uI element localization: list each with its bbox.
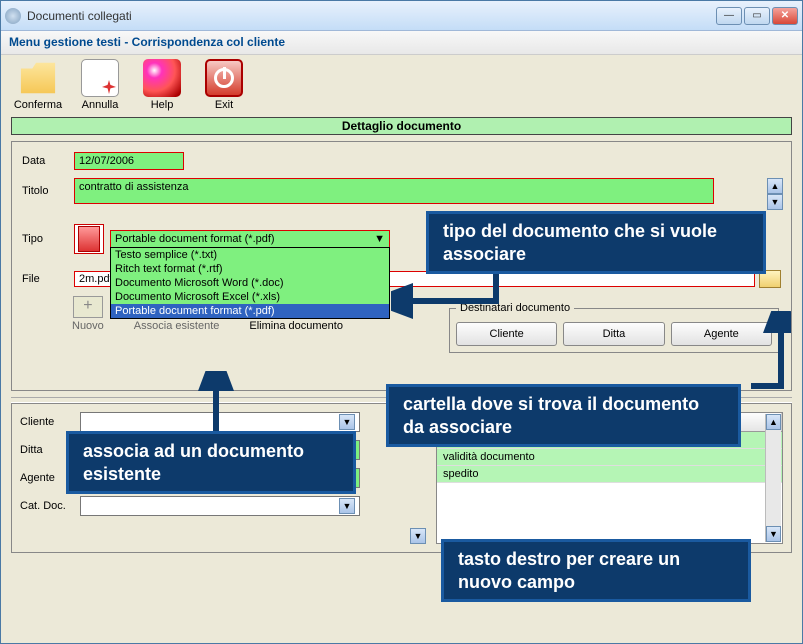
scroll-up-button[interactable]: ▲ <box>766 414 781 430</box>
tipo-label: Tipo <box>22 233 74 245</box>
scroll-up-button[interactable]: ▲ <box>767 178 783 194</box>
chevron-down-icon: ▼ <box>374 233 385 245</box>
dropdown-option[interactable]: Testo semplice (*.txt) <box>111 248 389 262</box>
titolo-input[interactable]: contratto di assistenza <box>74 178 714 204</box>
app-window: Documenti collegati — ▭ ✕ Menu gestione … <box>0 0 803 644</box>
annotation-associa: associa ad un documento esistente <box>66 431 356 494</box>
dropdown-option[interactable]: Ritch text format (*.rtf) <box>111 262 389 276</box>
power-icon <box>205 59 243 97</box>
scroll-down-button[interactable]: ▼ <box>410 528 426 544</box>
chevron-down-icon: ▼ <box>339 498 355 514</box>
main-toolbar: Conferma Annulla Help Exit <box>1 55 802 115</box>
annotation-tasto: tasto destro per creare un nuovo campo <box>441 539 751 602</box>
maximize-button[interactable]: ▭ <box>744 7 770 25</box>
table-row[interactable]: validità documento <box>437 449 782 466</box>
tipo-value: Portable document format (*.pdf) <box>115 233 275 245</box>
cancel-button[interactable]: Annulla <box>73 59 127 111</box>
close-button[interactable]: ✕ <box>772 7 798 25</box>
window-title: Documenti collegati <box>27 9 714 23</box>
confirm-label: Conferma <box>14 99 62 111</box>
arrow-icon <box>196 371 236 436</box>
chevron-down-icon: ▼ <box>339 414 355 430</box>
catdoc-combo[interactable]: ▼ <box>80 496 360 516</box>
data-input[interactable] <box>74 152 184 170</box>
tipo-dropdown: Testo semplice (*.txt) Ritch text format… <box>110 247 390 319</box>
document-cancel-icon <box>81 59 119 97</box>
nuovo-button[interactable]: Nuovo <box>72 296 104 332</box>
filetype-icon <box>74 224 104 254</box>
table-scrollbar[interactable]: ▲ ▼ <box>765 414 781 542</box>
annotation-tipo: tipo del documento che si vuole associar… <box>426 211 766 274</box>
cell-param: validità documento <box>437 449 587 465</box>
cancel-label: Annulla <box>82 99 119 111</box>
section-title: Dettaglio documento <box>11 117 792 135</box>
scroll-down-button[interactable]: ▼ <box>766 526 781 542</box>
pdf-icon <box>78 226 100 252</box>
app-icon <box>5 8 21 24</box>
catdoc-filter-label: Cat. Doc. <box>20 500 80 512</box>
new-icon <box>73 296 103 318</box>
dest-ditta-button[interactable]: Ditta <box>563 322 664 346</box>
exit-button[interactable]: Exit <box>197 59 251 111</box>
lifebuoy-icon <box>143 59 181 97</box>
arrow-icon <box>741 311 791 391</box>
folder-open-icon <box>19 59 57 97</box>
help-button[interactable]: Help <box>135 59 189 111</box>
help-label: Help <box>151 99 174 111</box>
dropdown-option[interactable]: Documento Microsoft Excel (*.xls) <box>111 290 389 304</box>
table-row[interactable]: spedito <box>437 466 782 483</box>
cliente-filter-label: Cliente <box>20 416 80 428</box>
associa-label: Associa esistente <box>134 320 220 332</box>
menubar: Menu gestione testi - Corrispondenza col… <box>1 31 802 55</box>
confirm-button[interactable]: Conferma <box>11 59 65 111</box>
tipo-select[interactable]: Portable document format (*.pdf) ▼ <box>110 230 390 248</box>
titlebar: Documenti collegati — ▭ ✕ <box>1 1 802 31</box>
cell-value <box>587 466 782 482</box>
scroll-down-button[interactable]: ▼ <box>767 194 783 210</box>
dropdown-option-selected[interactable]: Portable document format (*.pdf) <box>111 304 389 318</box>
dest-cliente-button[interactable]: Cliente <box>456 322 557 346</box>
cell-param: spedito <box>437 466 587 482</box>
elimina-label: Elimina documento <box>249 320 343 332</box>
file-label: File <box>22 273 74 285</box>
titolo-label: Titolo <box>22 185 74 197</box>
nuovo-label: Nuovo <box>72 320 104 332</box>
minimize-button[interactable]: — <box>716 7 742 25</box>
data-label: Data <box>22 155 74 167</box>
exit-label: Exit <box>215 99 233 111</box>
annotation-cartella: cartella dove si trova il documento da a… <box>386 384 741 447</box>
dropdown-option[interactable]: Documento Microsoft Word (*.doc) <box>111 276 389 290</box>
cell-value <box>587 449 782 465</box>
